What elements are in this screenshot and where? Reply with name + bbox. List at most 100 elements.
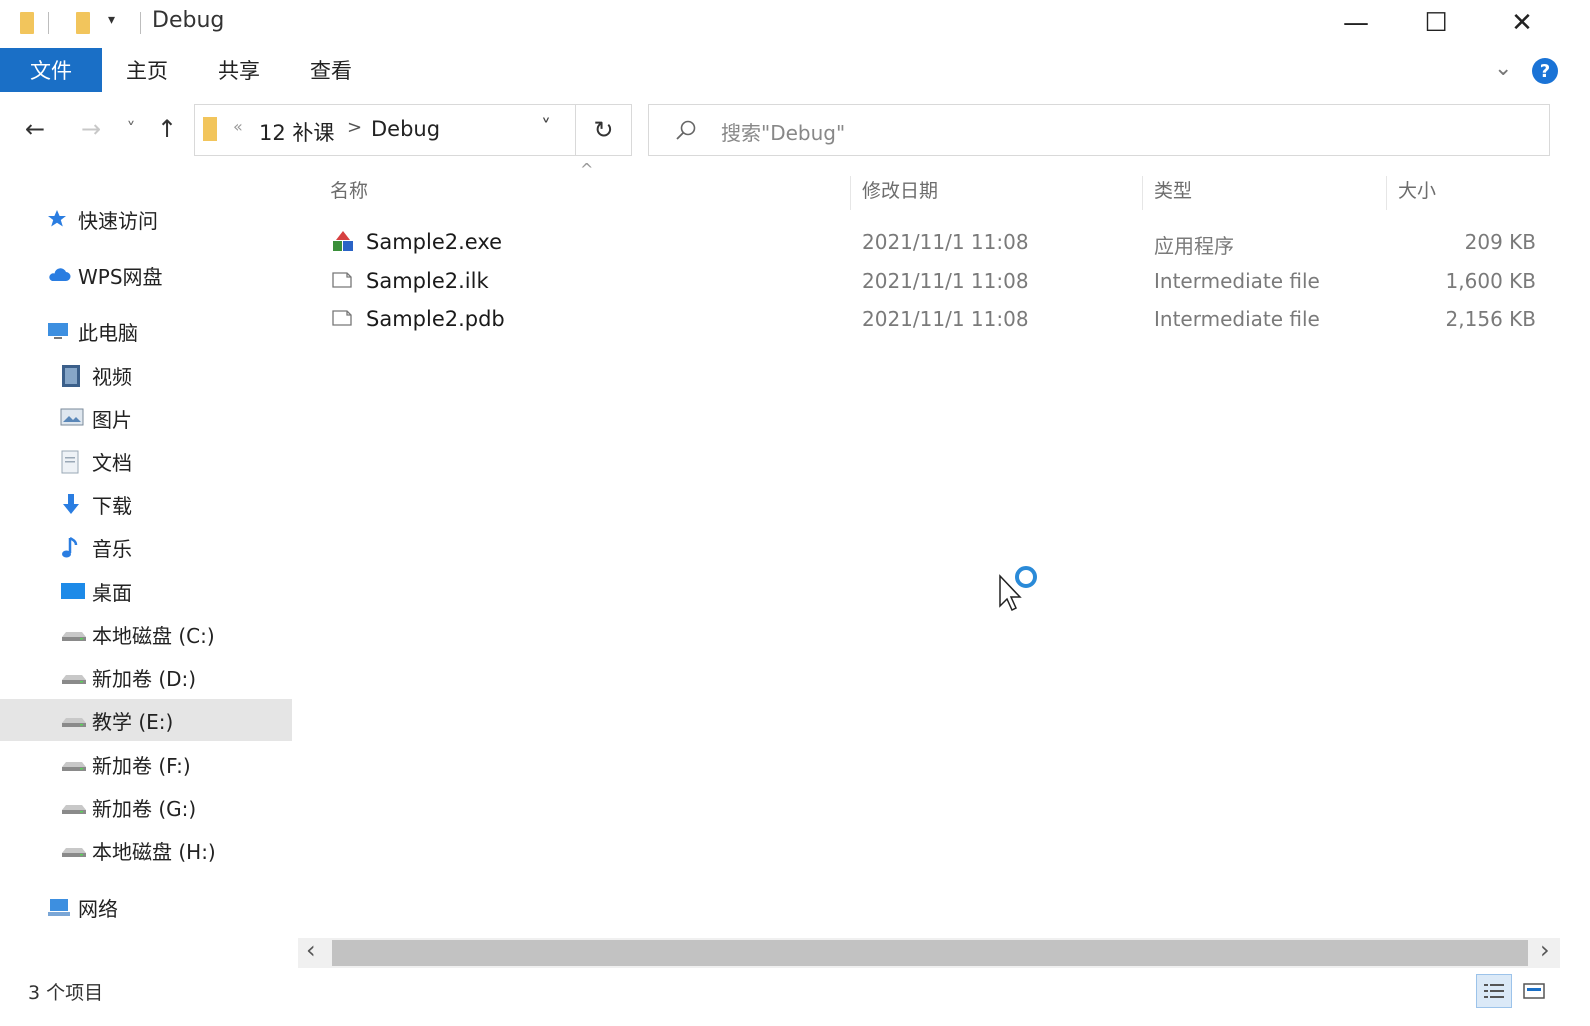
file-row[interactable]: Sample2.ilk 2021/11/1 11:08 Intermediate f… [326, 263, 1546, 301]
tab-share[interactable]: 共享 [218, 48, 260, 92]
folder-icon [203, 117, 217, 141]
scrollbar-thumb[interactable] [332, 940, 1528, 966]
ribbon-tabs: 文件 主页 共享 查看 ⌄ ? [0, 48, 1590, 94]
details-view-button[interactable] [1476, 974, 1512, 1008]
back-button[interactable]: ← [18, 112, 52, 146]
file-type: Intermediate file [1154, 269, 1320, 293]
sidebar-item-label: 视频 [92, 364, 132, 389]
sidebar-item-label: WPS网盘 [78, 264, 163, 289]
file-name: Sample2.ilk [366, 269, 489, 293]
file-row[interactable]: Sample2.exe 2021/11/1 11:08 应用程序 209 KB [326, 224, 1546, 262]
sidebar-item-label: 桌面 [92, 580, 132, 605]
search-placeholder[interactable]: 搜索"Debug" [721, 117, 845, 146]
help-icon[interactable]: ? [1532, 58, 1558, 84]
file-row[interactable]: Sample2.pdb 2021/11/1 11:08 Intermediate f… [326, 301, 1546, 339]
sidebar-item-label: 图片 [92, 407, 132, 432]
file-date: 2021/11/1 11:08 [862, 307, 1029, 331]
file-name: Sample2.exe [366, 230, 503, 254]
sidebar-item[interactable]: 新加卷 (F:) [0, 743, 292, 785]
column-divider[interactable] [1142, 176, 1143, 210]
large-icons-view-icon [1523, 983, 1545, 999]
sidebar-item[interactable]: 教学 (E:) [0, 699, 292, 741]
minimize-button[interactable]: — [1326, 0, 1386, 46]
toolbar-separator [48, 12, 49, 34]
column-header-name[interactable]: 名称 [330, 176, 368, 203]
breadcrumb-parent[interactable]: 12 补课 [259, 117, 334, 147]
address-bar[interactable]: « 12 补课 > Debug ˅ [194, 104, 576, 156]
star-icon [46, 208, 70, 230]
desktop-icon [60, 580, 85, 602]
file-icon [330, 268, 354, 297]
address-overflow[interactable]: « [233, 117, 243, 136]
column-header-type[interactable]: 类型 [1154, 176, 1192, 203]
download-icon [60, 493, 84, 515]
file-size: 209 KB [1464, 230, 1536, 254]
customize-toolbar-icon[interactable]: ▾ [108, 12, 115, 28]
search-icon [676, 120, 696, 140]
sidebar-item[interactable]: 音乐 [0, 526, 292, 568]
sidebar-item[interactable]: WPS网盘 [0, 254, 292, 296]
tab-home[interactable]: 主页 [126, 48, 168, 92]
search-box[interactable]: 搜索"Debug" [648, 104, 1550, 156]
sidebar-item[interactable]: 此电脑 [0, 310, 292, 352]
column-header-size[interactable]: 大小 [1398, 176, 1436, 203]
sidebar-item-label: 新加卷 (F:) [92, 753, 191, 778]
document-icon [60, 450, 84, 474]
network-icon [46, 896, 70, 918]
sidebar-item-label: 下载 [92, 493, 132, 518]
refresh-button[interactable]: ↻ [576, 104, 632, 156]
sidebar-item[interactable]: 图片 [0, 397, 292, 439]
file-type: 应用程序 [1154, 234, 1234, 258]
maximize-button[interactable]: ☐ [1406, 0, 1466, 46]
status-bar: 3 个项目 [0, 972, 1590, 1008]
large-icons-view-button[interactable] [1516, 974, 1552, 1008]
up-button[interactable]: ↑ [150, 112, 184, 146]
sidebar-item-label: 文档 [92, 450, 132, 475]
file-icon [330, 306, 354, 335]
sidebar-item-label: 本地磁盘 (C:) [92, 623, 215, 648]
file-type: Intermediate file [1154, 307, 1320, 331]
column-header-date[interactable]: 修改日期 [862, 176, 938, 203]
close-button[interactable]: ✕ [1492, 0, 1552, 46]
expand-ribbon-icon[interactable]: ⌄ [1494, 56, 1512, 81]
forward-button[interactable]: → [74, 112, 108, 146]
scroll-right-button[interactable]: › [1540, 936, 1550, 964]
tab-file[interactable]: 文件 [0, 48, 102, 92]
sidebar-item[interactable]: 本地磁盘 (H:) [0, 829, 292, 871]
picture-icon [60, 407, 84, 429]
recent-locations-button[interactable]: ˅ [114, 112, 148, 146]
column-divider[interactable] [850, 176, 851, 210]
sidebar-item[interactable]: 快速访问 [0, 198, 292, 240]
sidebar-item-label: 网络 [78, 896, 118, 921]
title-bar: ▾ Debug — ☐ ✕ [0, 0, 1590, 46]
toolbar-separator [140, 12, 141, 34]
breadcrumb-separator[interactable]: > [347, 117, 362, 138]
folder-icon [20, 12, 34, 34]
sidebar-item-label: 新加卷 (G:) [92, 796, 197, 821]
tab-view[interactable]: 查看 [310, 48, 352, 92]
drive-icon [60, 796, 86, 818]
sidebar-item-label: 新加卷 (D:) [92, 666, 197, 691]
sidebar-item[interactable]: 网络 [0, 886, 292, 928]
sidebar-item[interactable]: 视频 [0, 354, 292, 396]
cloud-icon [46, 264, 71, 286]
video-icon [60, 364, 84, 387]
quick-access-folder-icon[interactable] [76, 12, 90, 34]
drive-icon [60, 753, 86, 775]
sidebar-item[interactable]: 下载 [0, 483, 292, 525]
scroll-left-button[interactable]: ‹ [306, 936, 316, 964]
file-date: 2021/11/1 11:08 [862, 269, 1029, 293]
sidebar-item-label: 快速访问 [78, 208, 158, 233]
window-title: Debug [152, 8, 225, 33]
computer-icon [46, 320, 70, 342]
sidebar-item[interactable]: 文档 [0, 440, 292, 482]
address-dropdown-icon[interactable]: ˅ [541, 115, 551, 139]
sidebar-item[interactable]: 新加卷 (D:) [0, 656, 292, 698]
navigation-bar: ← → ˅ ↑ « 12 补课 > Debug ˅ ↻ 搜索"Debug" [0, 100, 1590, 160]
sidebar-item[interactable]: 桌面 [0, 570, 292, 612]
sidebar-item[interactable]: 新加卷 (G:) [0, 786, 292, 828]
breadcrumb-current[interactable]: Debug [371, 117, 440, 141]
column-divider[interactable] [1386, 176, 1387, 210]
sidebar-item[interactable]: 本地磁盘 (C:) [0, 613, 292, 655]
sidebar-item-label: 音乐 [92, 536, 132, 561]
